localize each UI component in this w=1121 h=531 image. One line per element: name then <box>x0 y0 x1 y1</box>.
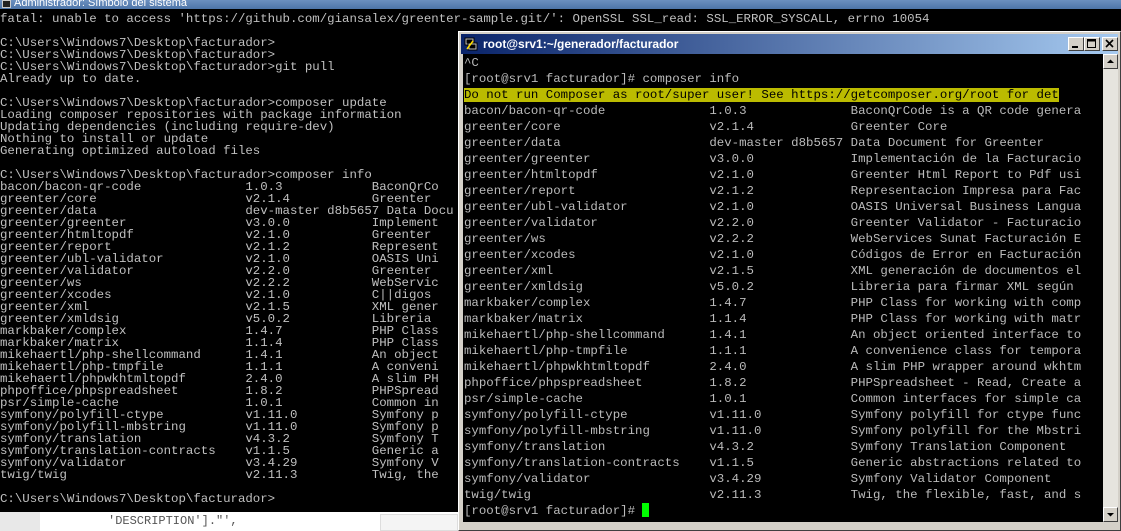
terminal-line: symfony/polyfill-ctype v1.11.0 Symfony p… <box>464 408 1082 422</box>
terminal-line: symfony/polyfill-mbstring v1.11.0 Symfon… <box>464 424 1082 438</box>
terminal-line: mikehaertl/phpwkhtmltopdf 2.4.0 A slim P… <box>464 360 1082 374</box>
scroll-up-button[interactable] <box>1103 54 1118 69</box>
cmd-icon <box>2 0 11 8</box>
terminal-output: ^C [root@srv1 facturador]# composer info D… <box>464 55 1081 519</box>
cmd-title: Administrador: Símbolo del sistema <box>14 0 188 9</box>
terminal-line: markbaker/matrix 1.1.4 PHP Class for wor… <box>464 312 1082 326</box>
terminal-line: phpoffice/phpspreadsheet 1.8.2 PHPSpread… <box>464 376 1082 390</box>
putty-window[interactable]: root@srv1:~/generador/facturador ^C [root… <box>458 31 1121 531</box>
vertical-scrollbar[interactable] <box>1103 54 1118 522</box>
putty-title: root@srv1:~/generador/facturador <box>483 37 679 51</box>
terminal-line: mikehaertl/php-shellcommand 1.4.1 An obj… <box>464 328 1082 342</box>
terminal-line: symfony/translation-contracts v1.1.5 Gen… <box>464 456 1082 470</box>
prompt-line[interactable]: [root@srv1 facturador]# <box>464 503 1081 519</box>
terminal-screen[interactable]: ^C [root@srv1 facturador]# composer info D… <box>463 54 1103 522</box>
arrow-up-icon <box>1107 59 1114 63</box>
terminal-line: greenter/xml v2.1.5 XML generación de do… <box>464 264 1082 278</box>
terminal-line: symfony/validator v3.4.29 Symfony Valida… <box>464 472 1052 486</box>
terminal-line: greenter/ubl-validator v2.1.0 OASIS Univ… <box>464 200 1082 214</box>
shell-prompt: [root@srv1 facturador]# <box>464 504 643 518</box>
terminal-line: bacon/bacon-qr-code 1.0.3 BaconQrCode is… <box>464 104 1082 118</box>
minimize-icon <box>1072 46 1078 48</box>
cmd-line: fatal: unable to access 'https://github.… <box>0 12 930 26</box>
editor-code-line: 'DESCRIPTION']."', <box>108 514 238 528</box>
minimize-button[interactable] <box>1068 37 1084 51</box>
terminal-line: greenter/core v2.1.4 Greenter Core <box>464 120 948 134</box>
terminal-line: greenter/htmltopdf v2.1.0 Greenter Html … <box>464 168 1082 182</box>
terminal-line: greenter/ws v2.2.2 WebServices Sunat Fac… <box>464 232 1082 246</box>
terminal-line: psr/simple-cache 1.0.1 Common interfaces… <box>464 392 1082 406</box>
terminal-line: markbaker/complex 1.4.7 PHP Class for wo… <box>464 296 1082 310</box>
terminal-line: greenter/xcodes v2.1.0 Códigos de Error … <box>464 248 1082 262</box>
terminal-line: greenter/report v2.1.2 Representacion Im… <box>464 184 1082 198</box>
arrow-down-icon <box>1107 513 1114 517</box>
terminal-line: [root@srv1 facturador]# composer info <box>464 72 740 86</box>
terminal-line: twig/twig v2.11.3 Twig, the flexible, fa… <box>464 488 1082 502</box>
terminal-line: greenter/validator v2.2.0 Greenter Valid… <box>464 216 1082 230</box>
warning-line: Do not run Composer as root/super user! … <box>464 88 1059 102</box>
cmd-titlebar[interactable]: Administrador: Símbolo del sistema <box>0 0 1121 9</box>
close-button[interactable] <box>1102 37 1118 51</box>
terminal-line: greenter/greenter v3.0.0 Implementación … <box>464 152 1082 166</box>
putty-titlebar[interactable]: root@srv1:~/generador/facturador <box>461 34 1118 54</box>
close-icon <box>1105 39 1114 48</box>
maximize-button[interactable] <box>1084 37 1100 51</box>
terminal-line: mikehaertl/php-tmpfile 1.1.1 A convenien… <box>464 344 1082 358</box>
editor-panel <box>380 514 458 531</box>
editor-gutter <box>0 512 40 531</box>
maximize-icon <box>1087 39 1096 48</box>
terminal-line: greenter/xmldsig v5.0.2 Libreria para fi… <box>464 280 1082 294</box>
terminal-cursor <box>642 503 650 517</box>
editor-strip[interactable]: 'DESCRIPTION']."', <box>0 512 460 531</box>
putty-icon <box>464 37 478 51</box>
terminal-line: ^C <box>464 56 479 70</box>
scroll-down-button[interactable] <box>1103 507 1118 522</box>
terminal-line: symfony/translation v4.3.2 Symfony Trans… <box>464 440 1067 454</box>
terminal-line: greenter/data dev-master d8b5657 Data Do… <box>464 136 1044 150</box>
